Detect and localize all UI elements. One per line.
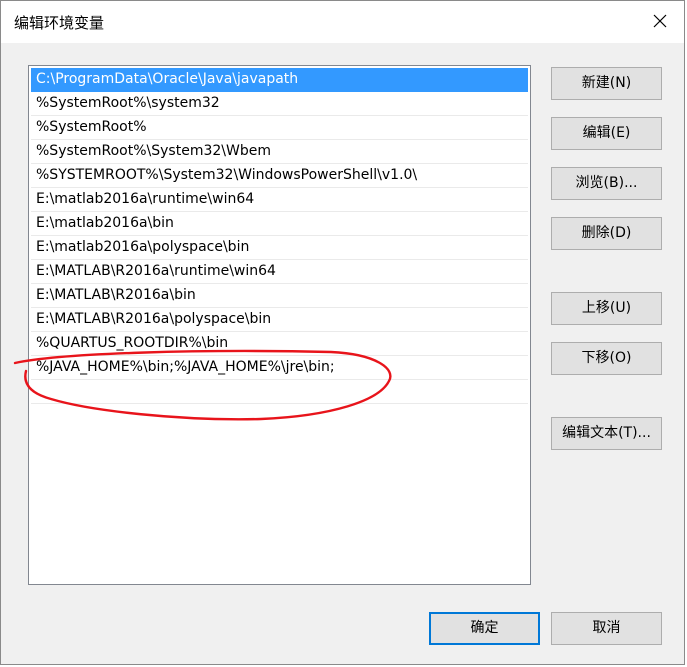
list-item[interactable]: %SystemRoot%\system32 bbox=[31, 92, 528, 116]
list-item[interactable]: %QUARTUS_ROOTDIR%\bin bbox=[31, 332, 528, 356]
new-button[interactable]: 新建(N) bbox=[551, 67, 662, 100]
delete-button[interactable]: 删除(D) bbox=[551, 217, 662, 250]
list-item[interactable]: E:\matlab2016a\runtime\win64 bbox=[31, 188, 528, 212]
path-list[interactable]: C:\ProgramData\Oracle\Java\javapath %Sys… bbox=[28, 65, 531, 585]
list-item[interactable]: %SystemRoot%\System32\Wbem bbox=[31, 140, 528, 164]
list-item[interactable]: E:\matlab2016a\bin bbox=[31, 212, 528, 236]
close-icon bbox=[653, 14, 667, 28]
list-item-empty[interactable] bbox=[31, 380, 528, 404]
list-item[interactable]: %SYSTEMROOT%\System32\WindowsPowerShell\… bbox=[31, 164, 528, 188]
list-item[interactable]: E:\MATLAB\R2016a\bin bbox=[31, 284, 528, 308]
close-button[interactable] bbox=[648, 9, 672, 33]
list-item[interactable]: E:\MATLAB\R2016a\polyspace\bin bbox=[31, 308, 528, 332]
list-item[interactable]: %JAVA_HOME%\bin;%JAVA_HOME%\jre\bin; bbox=[31, 356, 528, 380]
edit-button[interactable]: 编辑(E) bbox=[551, 117, 662, 150]
list-item[interactable]: %SystemRoot% bbox=[31, 116, 528, 140]
edit-env-variable-dialog: 编辑环境变量 C:\ProgramData\Oracle\Java\javapa… bbox=[0, 0, 685, 665]
move-up-button[interactable]: 上移(U) bbox=[551, 292, 662, 325]
ok-button[interactable]: 确定 bbox=[429, 612, 540, 645]
dialog-title: 编辑环境变量 bbox=[14, 14, 105, 32]
browse-button[interactable]: 浏览(B)... bbox=[551, 167, 662, 200]
move-down-button[interactable]: 下移(O) bbox=[551, 342, 662, 375]
list-item[interactable]: E:\matlab2016a\polyspace\bin bbox=[31, 236, 528, 260]
edit-text-button[interactable]: 编辑文本(T)... bbox=[551, 417, 662, 450]
title-bar: 编辑环境变量 bbox=[1, 1, 684, 43]
cancel-button[interactable]: 取消 bbox=[551, 612, 662, 645]
list-item[interactable]: C:\ProgramData\Oracle\Java\javapath bbox=[31, 68, 528, 92]
list-item[interactable]: E:\MATLAB\R2016a\runtime\win64 bbox=[31, 260, 528, 284]
